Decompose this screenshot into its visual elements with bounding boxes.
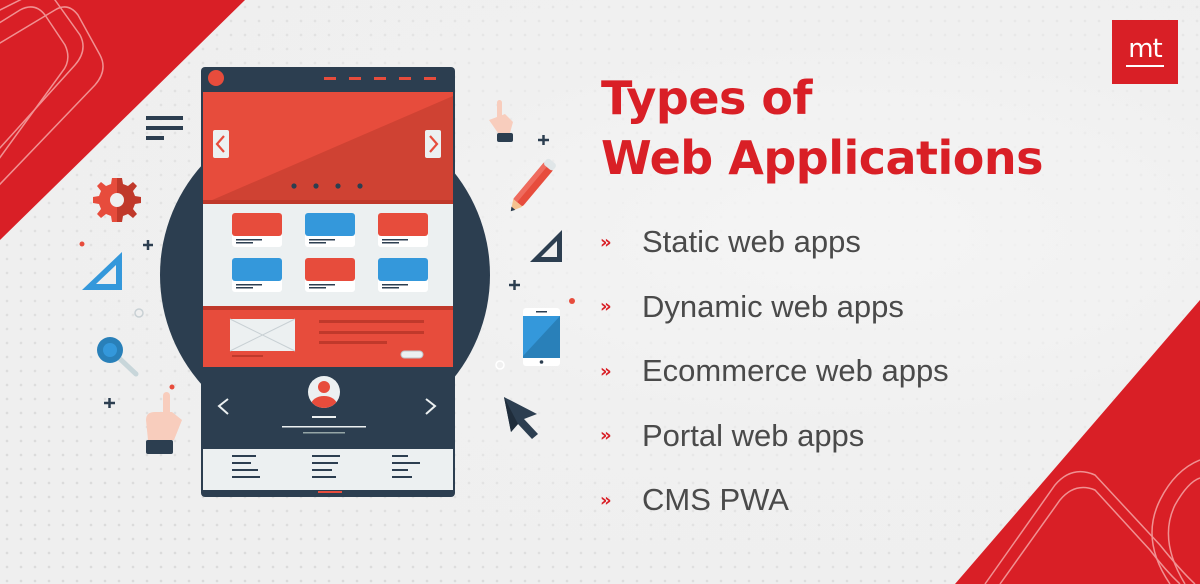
decor-ring — [495, 360, 505, 370]
logo-underline — [1126, 65, 1164, 67]
pointing-hand-icon — [146, 392, 182, 454]
list-item-label: CMS PWA — [642, 482, 789, 518]
menu-icon — [146, 116, 183, 140]
title-line-1: Types of — [601, 71, 813, 125]
list-item: » Portal web apps — [600, 404, 949, 469]
plus-icon — [104, 398, 115, 408]
mock-card — [305, 213, 355, 247]
decor-ring — [134, 308, 144, 318]
mock-card — [378, 213, 428, 247]
slider-dot — [357, 183, 363, 189]
list-item-label: Portal web apps — [642, 417, 865, 453]
hero-prev-arrow — [213, 130, 229, 158]
chevron-right-icon: » — [600, 425, 612, 447]
decor-dot — [569, 298, 575, 304]
list-item: » Static web apps — [600, 210, 949, 275]
gear-icon — [93, 178, 141, 222]
chevron-right-icon: » — [600, 231, 612, 253]
set-square-icon — [82, 252, 122, 290]
list-item-label: Dynamic web apps — [642, 288, 904, 324]
chevron-right-icon: » — [600, 489, 612, 511]
triangle-ruler-icon — [530, 230, 562, 262]
window-dot — [208, 70, 224, 86]
pointing-hand-icon — [489, 100, 513, 142]
page-title: Types of Web Applications — [601, 68, 1044, 188]
slider-dot — [335, 183, 341, 189]
list-item: » Dynamic web apps — [600, 275, 949, 340]
decor-dot — [169, 384, 175, 390]
website-mockup — [201, 67, 455, 497]
mock-card — [305, 258, 355, 292]
list-item-label: Ecommerce web apps — [642, 353, 949, 389]
plus-icon — [538, 135, 549, 145]
mock-card — [232, 258, 282, 292]
list-item: » CMS PWA — [600, 468, 949, 533]
feature-button — [400, 350, 424, 359]
title-line-2: Web Applications — [601, 131, 1044, 185]
slider-dot — [291, 183, 297, 189]
web-app-types-list: » Static web apps » Dynamic web apps » E… — [600, 210, 949, 533]
brand-logo[interactable]: mt — [1112, 20, 1178, 84]
chevron-right-icon: » — [600, 360, 612, 382]
home-indicator — [318, 491, 342, 493]
slider-dot — [313, 183, 319, 189]
pencil-icon — [510, 158, 556, 212]
smartphone-icon — [523, 308, 560, 366]
cursor-icon — [504, 397, 538, 439]
chevron-right-icon: » — [600, 296, 612, 318]
mock-card — [378, 258, 428, 292]
mock-card — [232, 213, 282, 247]
plus-icon — [143, 240, 153, 250]
image-placeholder — [229, 318, 296, 352]
magnifier-icon — [97, 337, 139, 377]
decor-dot — [79, 241, 85, 247]
plus-icon — [509, 280, 520, 290]
list-item-label: Static web apps — [642, 224, 861, 260]
logo-text: mt — [1128, 34, 1163, 64]
hero-next-arrow — [425, 130, 441, 158]
list-item: » Ecommerce web apps — [600, 339, 949, 404]
